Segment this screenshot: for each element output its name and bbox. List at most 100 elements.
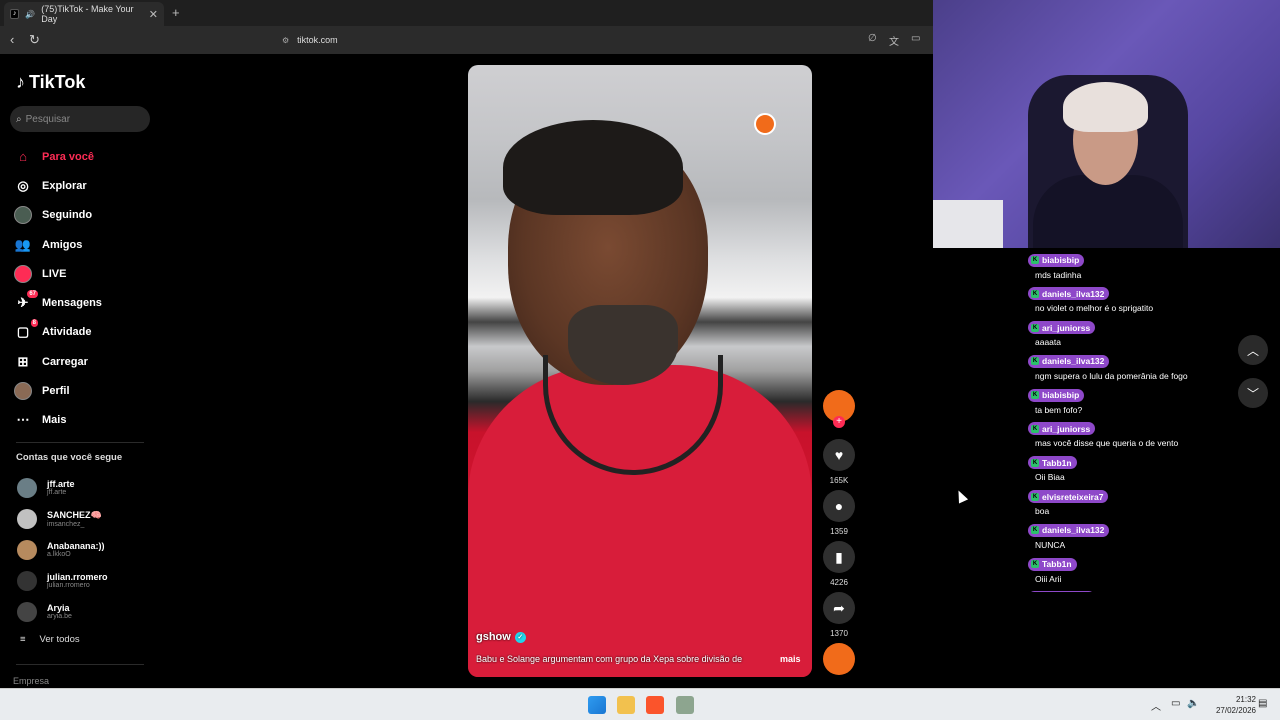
- chat-text: NUNCA: [1035, 539, 1066, 550]
- chat-badge-icon: K: [1031, 391, 1039, 400]
- comment-icon: ●: [834, 498, 844, 514]
- following-avatar: [14, 206, 32, 225]
- notifications-icon[interactable]: ▤: [1258, 698, 1267, 709]
- caption-more-button[interactable]: mais: [780, 654, 801, 664]
- chat-badge-icon: K: [1031, 424, 1039, 433]
- chat-badge-icon: K: [1031, 357, 1039, 366]
- nav-item-mensagens[interactable]: ✈ 67 Mensagens: [14, 288, 154, 317]
- show-hidden-icons[interactable]: ︿: [1151, 698, 1161, 713]
- nav-item-seguindo[interactable]: Seguindo: [14, 201, 154, 230]
- avatar: [17, 477, 37, 498]
- mouse-cursor-icon: [953, 488, 969, 504]
- chat-message: Kdaniels_ilva132 ngm supera o lulu da pom…: [1028, 349, 1250, 383]
- video-player[interactable]: gshow ✓ Babu e Solange argumentam com gr…: [468, 65, 812, 677]
- see-all-button[interactable]: ≡ Ver todos: [20, 634, 80, 645]
- reload-icon[interactable]: ↻: [29, 32, 40, 48]
- bookmark-icon: ▮: [835, 548, 843, 565]
- share-button[interactable]: ➦: [823, 592, 855, 624]
- volume-icon[interactable]: 🔈: [1187, 698, 1199, 709]
- search-icon: ⌕: [16, 113, 22, 125]
- nav-item-amigos[interactable]: 👥 Amigos: [14, 230, 154, 259]
- following-item[interactable]: Aryia aryia.be: [17, 596, 157, 627]
- video-author[interactable]: gshow ✓: [476, 631, 526, 643]
- clock-time: 21:32: [1235, 695, 1256, 704]
- share-count: 1370: [830, 629, 848, 638]
- save-button[interactable]: ▮: [823, 541, 855, 573]
- translate-icon[interactable]: 文: [889, 33, 899, 48]
- nav-item-live[interactable]: LIVE: [14, 259, 154, 288]
- sound-disc[interactable]: [823, 643, 855, 675]
- chat-username: daniels_ilva132: [1042, 525, 1105, 536]
- video-actions: + ♥ 165K ● 1359 ▮ 4226 ➦ 1370: [822, 390, 856, 675]
- messages-badge: 67: [27, 290, 38, 299]
- footer-link[interactable]: Empresa: [13, 676, 49, 686]
- nav-item-carregar[interactable]: ⊞ Carregar: [14, 347, 154, 376]
- like-count: 165K: [829, 476, 849, 485]
- windows-start-icon[interactable]: [588, 696, 606, 714]
- following-name: jff.arte: [47, 479, 75, 489]
- chat-user: Kbiabisbip: [1028, 388, 1085, 402]
- nav-item-mais[interactable]: ⋯ Mais: [14, 406, 154, 435]
- comment-button[interactable]: ●: [823, 490, 855, 522]
- nav-label: Explorar: [42, 179, 87, 192]
- app-icon[interactable]: [676, 696, 694, 714]
- following-item[interactable]: Anabanana:)) a.lkkoO: [17, 534, 157, 565]
- chat-text: mds tadinha: [1035, 269, 1082, 280]
- brave-browser-icon[interactable]: [646, 696, 664, 714]
- nav-item-perfil[interactable]: Perfil: [14, 376, 154, 405]
- chat-username: Tabb1n: [1042, 559, 1072, 570]
- chat-user: K Tabb1n: [1028, 456, 1077, 470]
- close-tab-icon[interactable]: ✕: [149, 8, 158, 21]
- chat-badge-icon: K: [1031, 492, 1039, 501]
- following-item[interactable]: julian.rromero julian.rromero: [17, 565, 157, 596]
- network-icon[interactable]: ▭: [1171, 698, 1180, 709]
- next-video-button[interactable]: ﹀: [1238, 378, 1268, 408]
- follow-plus-icon[interactable]: +: [833, 416, 845, 428]
- following-name: julian.rromero: [47, 572, 108, 582]
- upload-icon: ⊞: [17, 353, 29, 369]
- nav-item-atividade[interactable]: ▢ 8 Atividade: [14, 318, 154, 347]
- cast-icon[interactable]: ▭: [911, 33, 920, 44]
- following-list: jff.arte jff.arte SANCHEZ🧠 imsanchez_ Anab…: [17, 472, 157, 627]
- search-input[interactable]: ⌕ Pesquisar: [10, 106, 150, 132]
- chat-username: biabisbip: [1042, 255, 1080, 265]
- chat-message: Kbiabisbip ta bem fofo?: [1028, 383, 1250, 417]
- chat-username: Tabb1n: [1042, 457, 1072, 468]
- site-info-icon[interactable]: ⚙: [282, 36, 289, 45]
- chat-text: ta bem fofo?: [1035, 404, 1083, 415]
- nav-item-explorar[interactable]: ◎ Explorar: [14, 171, 154, 200]
- previous-video-button[interactable]: ︿: [1238, 335, 1268, 365]
- system-clock[interactable]: 21:32 27/02/2026: [1206, 694, 1256, 716]
- webcam-overlay: [933, 0, 1280, 248]
- chat-user: Kari_juniorss: [1028, 422, 1096, 436]
- tiktok-favicon-icon: ♪: [10, 9, 20, 19]
- chat-text: boa: [1035, 506, 1050, 517]
- nav-label: Perfil: [42, 385, 70, 398]
- tiktok-page: ♪ TikTok ⌕ Pesquisar ⌂ Para você ◎ Explo…: [0, 54, 933, 688]
- tab-title: (75)TikTok - Make Your Day: [41, 4, 134, 24]
- read-aloud-icon[interactable]: ∅: [868, 33, 877, 44]
- nav-item-para-voce[interactable]: ⌂ Para você: [14, 142, 154, 171]
- author-avatar[interactable]: +: [823, 390, 855, 428]
- chat-username: elvisreteixeira7: [1042, 491, 1104, 502]
- chat-message: Kari_juniorss aaaata: [1028, 316, 1250, 350]
- following-handle: a.lkkoO: [47, 551, 71, 558]
- comment-count: 1359: [830, 527, 848, 536]
- nav-label: Para você: [42, 150, 94, 163]
- tiktok-logo[interactable]: ♪ TikTok: [16, 72, 85, 93]
- avatar: [17, 570, 37, 591]
- file-explorer-icon[interactable]: [617, 696, 635, 714]
- new-tab-button[interactable]: +: [172, 5, 180, 20]
- nav-label: Carregar: [42, 355, 88, 368]
- chat-message: Kdaniels_ilva132 no violet o melhor é o s…: [1028, 282, 1250, 316]
- following-handle: julian.rromero: [47, 582, 90, 589]
- chat-badge-icon: K: [1031, 458, 1039, 467]
- browser-tab[interactable]: ♪ 🔊 (75)TikTok - Make Your Day ✕: [4, 2, 164, 26]
- browser-tabbar: ♪ 🔊 (75)TikTok - Make Your Day ✕ +: [0, 0, 933, 26]
- back-icon[interactable]: ‹: [10, 32, 14, 47]
- address-bar[interactable]: ⚙ tiktok.com: [282, 31, 922, 49]
- avatar: [17, 601, 37, 622]
- like-button[interactable]: ♥: [823, 439, 855, 471]
- following-item[interactable]: SANCHEZ🧠 imsanchez_: [17, 503, 157, 534]
- following-item[interactable]: jff.arte jff.arte: [17, 472, 157, 503]
